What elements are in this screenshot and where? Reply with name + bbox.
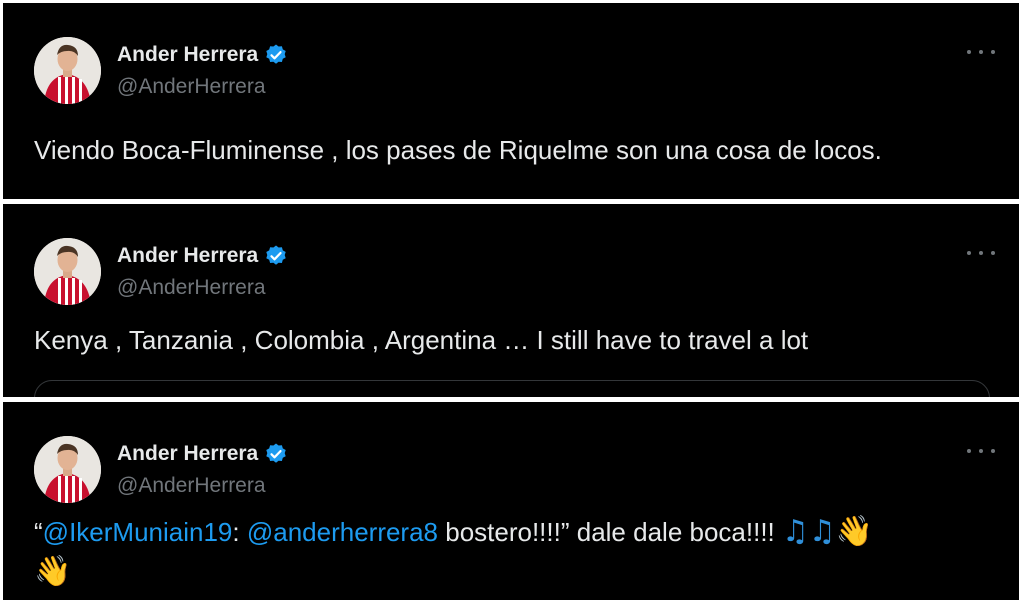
author-handle[interactable]: @AnderHerrera [117, 75, 266, 99]
more-options-icon[interactable] [967, 446, 995, 456]
author-name-row[interactable]: Ander Herrera [117, 242, 288, 270]
music-notes-emoji: ♫♫ [782, 514, 836, 549]
verified-badge-icon [264, 43, 288, 67]
tweet-card[interactable]: Ander Herrera @AnderHerrera “@IkerMuniai… [3, 402, 1019, 600]
author-name[interactable]: Ander Herrera [117, 244, 258, 268]
mention-link[interactable]: @IkerMuniain19 [43, 517, 233, 547]
avatar-image [34, 436, 101, 503]
author-name[interactable]: Ander Herrera [117, 43, 258, 67]
more-options-icon[interactable] [967, 248, 995, 258]
avatar[interactable] [34, 436, 101, 503]
verified-badge-icon [264, 244, 288, 268]
tweet-text: Viendo Boca-Fluminense , los pases de Ri… [34, 135, 882, 165]
author-handle[interactable]: @AnderHerrera [117, 276, 266, 300]
verified-badge-icon [264, 442, 288, 466]
waving-hand-emoji: 👋 [835, 514, 874, 549]
tweet-card[interactable]: Ander Herrera @AnderHerrera Viendo Boca-… [3, 3, 1019, 199]
tweet-text: Kenya , Tanzania , Colombia , Argentina … [34, 325, 809, 355]
text-separator: : [232, 517, 247, 547]
tweet-text-rest: bostero!!!!” dale dale boca!!!! [438, 517, 782, 547]
author-name-row[interactable]: Ander Herrera [117, 440, 288, 468]
media-card[interactable] [34, 380, 990, 397]
avatar[interactable] [34, 238, 101, 305]
avatar-image [34, 37, 101, 104]
author-name-row[interactable]: Ander Herrera [117, 41, 288, 69]
tweet-card[interactable]: Ander Herrera @AnderHerrera Kenya , Tanz… [3, 204, 1019, 397]
open-quote: “ [34, 517, 43, 547]
author-name[interactable]: Ander Herrera [117, 442, 258, 466]
avatar-image [34, 238, 101, 305]
tweet-text: “@IkerMuniain19: @anderherrera8 bostero!… [34, 512, 994, 592]
more-options-icon[interactable] [967, 47, 995, 57]
author-handle[interactable]: @AnderHerrera [117, 474, 266, 498]
avatar[interactable] [34, 37, 101, 104]
mention-link[interactable]: @anderherrera8 [247, 517, 438, 547]
waving-hand-emoji: 👋 [34, 554, 72, 589]
